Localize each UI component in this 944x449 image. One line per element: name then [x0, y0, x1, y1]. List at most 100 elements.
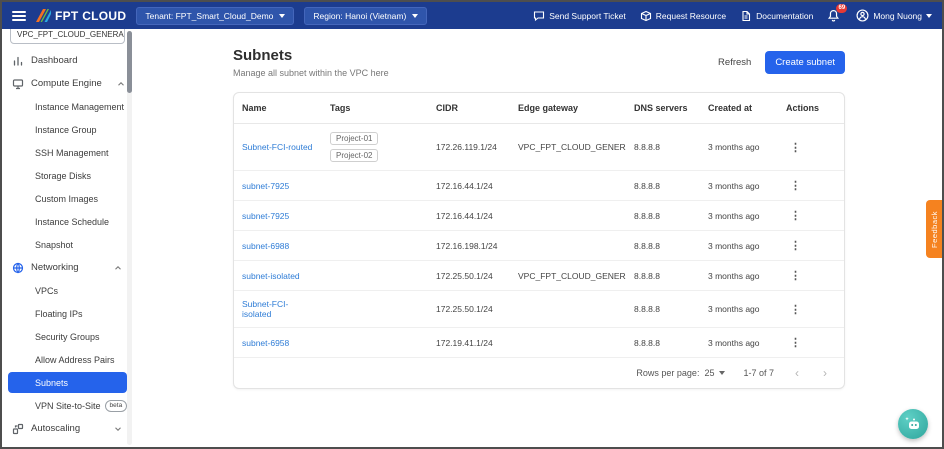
- row-actions-button[interactable]: ⋮: [786, 303, 805, 316]
- vpc-selector-value: VPC_FPT_CLOUD_GENERAL: [17, 30, 125, 39]
- table-row: Subnet-FCI-routed Project-01 Project-02 …: [234, 124, 845, 171]
- row-actions-button[interactable]: ⋮: [786, 209, 805, 222]
- sidebar-item-custom-images[interactable]: Custom Images: [2, 187, 133, 210]
- networking-icon: [12, 262, 24, 274]
- table-row: subnet-7925 172.16.44.1/24 8.8.8.8 3 mon…: [234, 201, 845, 231]
- edge-gateway-cell: VPC_FPT_CLOUD_GENERAL: [510, 261, 626, 291]
- cidr-cell: 172.26.119.1/24: [428, 124, 510, 171]
- chevron-down-icon: [113, 424, 123, 434]
- column-header-dns-servers: DNS servers: [626, 93, 700, 124]
- refresh-button[interactable]: Refresh: [718, 57, 751, 68]
- column-header-actions: Actions: [778, 93, 845, 124]
- robot-icon: [904, 415, 922, 433]
- sidebar-scrollbar-thumb[interactable]: [127, 31, 132, 93]
- edge-gateway-cell: [510, 171, 626, 201]
- cidr-cell: 172.19.41.1/24: [428, 328, 510, 358]
- table-row: Subnet-FCI-isolated 172.25.50.1/24 8.8.8…: [234, 291, 845, 328]
- subnet-name-link[interactable]: subnet-7925: [242, 211, 289, 221]
- subnet-name-link[interactable]: subnet-7925: [242, 181, 289, 191]
- autoscaling-icon: [12, 423, 24, 435]
- request-resource-icon: [640, 10, 652, 22]
- cidr-cell: 172.16.44.1/24: [428, 171, 510, 201]
- sidebar-item-vpcs[interactable]: VPCs: [2, 279, 133, 302]
- dashboard-icon: [12, 55, 24, 67]
- column-header-tags: Tags: [322, 93, 428, 124]
- documentation-label: Documentation: [756, 11, 813, 21]
- send-support-ticket-link[interactable]: Send Support Ticket: [533, 10, 626, 22]
- brand-logo: FPT CLOUD: [36, 9, 126, 23]
- column-header-edge-gateway: Edge gateway: [510, 93, 626, 124]
- subnet-name-link[interactable]: Subnet-FCI-isolated: [242, 299, 288, 319]
- region-dropdown[interactable]: Region: Hanoi (Vietnam): [304, 7, 427, 25]
- dns-cell: 8.8.8.8: [626, 328, 700, 358]
- subnet-name-link[interactable]: subnet-isolated: [242, 271, 300, 281]
- chevron-up-icon: [113, 263, 123, 273]
- rows-per-page-select[interactable]: Rows per page: 25: [636, 368, 725, 378]
- edge-gateway-cell: [510, 231, 626, 261]
- sidebar-item-snapshot[interactable]: Snapshot: [2, 233, 133, 256]
- create-subnet-button[interactable]: Create subnet: [765, 51, 845, 74]
- row-actions-button[interactable]: ⋮: [786, 141, 805, 154]
- ai-assistant-button[interactable]: [898, 409, 928, 439]
- menu-icon[interactable]: [12, 11, 26, 21]
- tag-chip: Project-02: [330, 149, 378, 162]
- dns-cell: 8.8.8.8: [626, 124, 700, 171]
- user-menu[interactable]: Mong Nuong: [856, 9, 932, 22]
- table-row: subnet-isolated 172.25.50.1/24 VPC_FPT_C…: [234, 261, 845, 291]
- row-actions-button[interactable]: ⋮: [786, 336, 805, 349]
- table-row: subnet-6958 172.19.41.1/24 8.8.8.8 3 mon…: [234, 328, 845, 358]
- sidebar-scrollbar[interactable]: [127, 31, 132, 445]
- column-header-name: Name: [234, 93, 322, 124]
- dns-cell: 8.8.8.8: [626, 231, 700, 261]
- request-resource-label: Request Resource: [656, 11, 726, 21]
- chevron-down-icon: [926, 14, 932, 18]
- feedback-tab[interactable]: Feedback: [926, 200, 942, 258]
- sidebar-item-autoscaling[interactable]: Autoscaling: [2, 417, 133, 440]
- tenant-dropdown[interactable]: Tenant: FPT_Smart_Cloud_Demo: [136, 7, 294, 25]
- notifications-button[interactable]: 69: [827, 9, 840, 22]
- created-cell: 3 months ago: [700, 201, 778, 231]
- sidebar-item-subnets[interactable]: Subnets: [8, 372, 127, 393]
- previous-page-button[interactable]: ‹: [792, 367, 802, 379]
- sidebar-item-vpn-site-to-site[interactable]: VPN Site-to-Site beta: [2, 394, 133, 417]
- notification-badge: 69: [836, 4, 847, 13]
- feedback-label: Feedback: [930, 211, 939, 248]
- next-page-button[interactable]: ›: [820, 367, 830, 379]
- request-resource-link[interactable]: Request Resource: [640, 10, 726, 22]
- pagination-range: 1-7 of 7: [743, 368, 774, 378]
- subnet-name-link[interactable]: Subnet-FCI-routed: [242, 142, 312, 152]
- row-actions-button[interactable]: ⋮: [786, 239, 805, 252]
- subnet-name-link[interactable]: subnet-6958: [242, 338, 289, 348]
- sidebar: VPC_FPT_CLOUD_GENERAL Dashboard Compute …: [2, 29, 133, 447]
- sidebar-item-allow-address-pairs[interactable]: Allow Address Pairs: [2, 348, 133, 371]
- sidebar-item-instance-management[interactable]: Instance Management: [2, 95, 133, 118]
- sidebar-item-instance-schedule[interactable]: Instance Schedule: [2, 210, 133, 233]
- sidebar-item-instance-group[interactable]: Instance Group: [2, 118, 133, 141]
- column-header-cidr: CIDR: [428, 93, 510, 124]
- support-ticket-icon: [533, 10, 545, 22]
- page-subtitle: Manage all subnet within the VPC here: [233, 68, 389, 78]
- edge-gateway-cell: [510, 201, 626, 231]
- table-header-row: Name Tags CIDR Edge gateway DNS servers …: [234, 93, 845, 124]
- row-actions-button[interactable]: ⋮: [786, 179, 805, 192]
- sidebar-item-floating-ips[interactable]: Floating IPs: [2, 302, 133, 325]
- sidebar-item-storage-disks[interactable]: Storage Disks: [2, 164, 133, 187]
- created-cell: 3 months ago: [700, 261, 778, 291]
- sidebar-item-dashboard[interactable]: Dashboard: [2, 49, 133, 72]
- documentation-link[interactable]: Documentation: [740, 10, 813, 22]
- cidr-cell: 172.16.44.1/24: [428, 201, 510, 231]
- user-name: Mong Nuong: [873, 11, 922, 21]
- rows-per-page-value: 25: [704, 368, 714, 378]
- sidebar-item-compute-engine[interactable]: Compute Engine: [2, 72, 133, 95]
- vpc-selector[interactable]: VPC_FPT_CLOUD_GENERAL: [10, 29, 125, 44]
- documentation-icon: [740, 10, 752, 22]
- dns-cell: 8.8.8.8: [626, 291, 700, 328]
- subnet-name-link[interactable]: subnet-6988: [242, 241, 289, 251]
- pagination: Rows per page: 25 1-7 of 7 ‹ ›: [234, 358, 844, 388]
- sidebar-item-ssh-management[interactable]: SSH Management: [2, 141, 133, 164]
- sidebar-item-security-groups[interactable]: Security Groups: [2, 325, 133, 348]
- dns-cell: 8.8.8.8: [626, 201, 700, 231]
- row-actions-button[interactable]: ⋮: [786, 269, 805, 282]
- sidebar-item-networking[interactable]: Networking: [2, 256, 133, 279]
- topbar: FPT CLOUD Tenant: FPT_Smart_Cloud_Demo R…: [2, 2, 942, 29]
